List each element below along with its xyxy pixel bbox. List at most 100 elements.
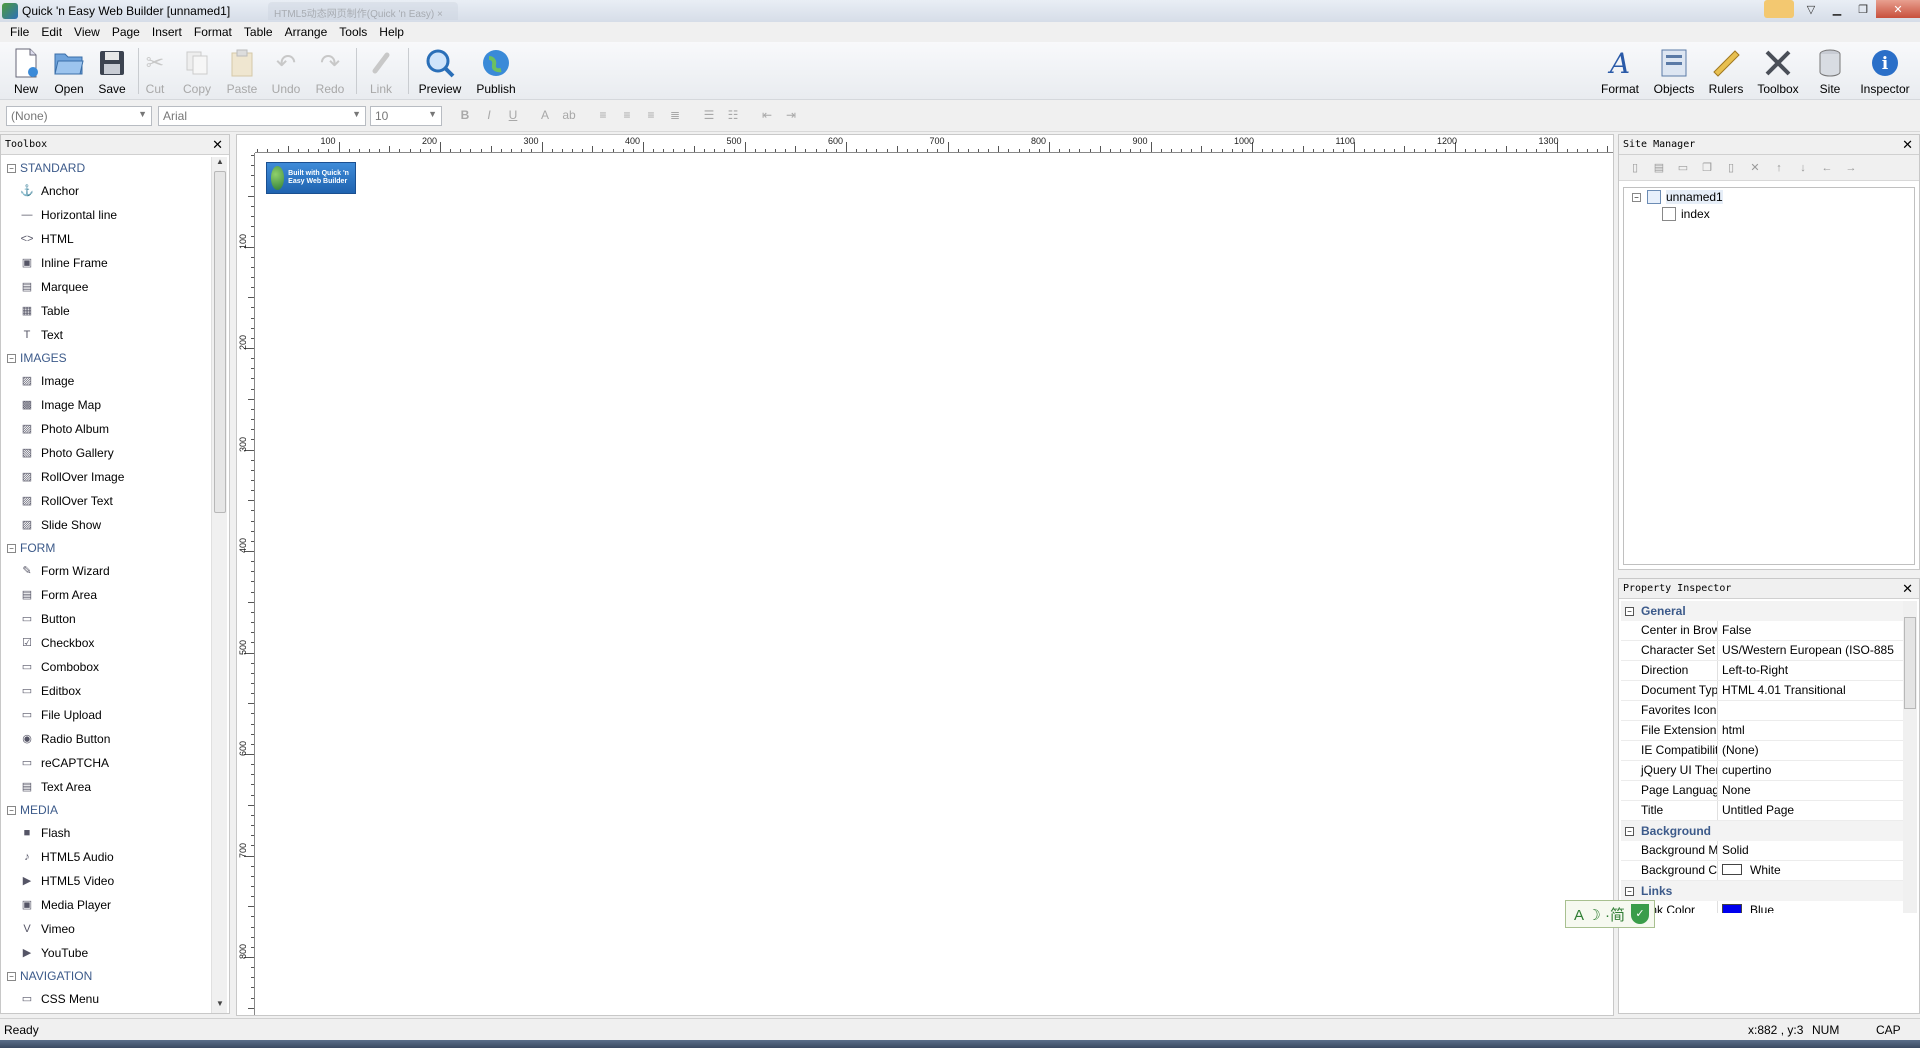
undo-button[interactable]: ↶ Undo (268, 44, 304, 98)
link-button[interactable]: Link (364, 44, 398, 98)
new-page-icon[interactable]: ▯ (1627, 160, 1643, 176)
property-scrollbar[interactable] (1903, 601, 1917, 913)
collapse-icon[interactable]: − (7, 971, 16, 981)
toolbox-category[interactable]: − STANDARD (1, 157, 211, 179)
built-with-badge-image[interactable]: Built with Quick 'n Easy Web Builder (266, 162, 356, 194)
new-folder-icon[interactable]: ▭ (1675, 160, 1691, 176)
notification-badge-icon[interactable] (1764, 0, 1794, 18)
property-row[interactable]: Document Type HTML 4.01 Transitional (1621, 681, 1903, 701)
property-row[interactable]: Background ModSolid (1621, 841, 1903, 861)
menu-format[interactable]: Format (188, 22, 238, 42)
property-value[interactable]: Left-to-Right (1718, 661, 1903, 680)
format-panel-button[interactable]: A Format (1596, 44, 1644, 98)
rulers-panel-button[interactable]: Rulers (1704, 44, 1748, 98)
font-family-select[interactable]: Arial ▼ (158, 106, 366, 126)
toolbox-item[interactable]: ▭ Button (1, 607, 211, 631)
menu-view[interactable]: View (68, 22, 106, 42)
property-row[interactable]: Page Language None (1621, 781, 1903, 801)
duplicate-page-icon[interactable]: ❐ (1699, 160, 1715, 176)
toolbox-panel-button[interactable]: Toolbox (1752, 44, 1804, 98)
toolbox-item[interactable]: — Horizontal line (1, 203, 211, 227)
objects-panel-button[interactable]: Objects (1648, 44, 1700, 98)
property-category[interactable]: − Background (1621, 821, 1903, 841)
cut-button[interactable]: ✂ Cut (140, 44, 170, 98)
property-row[interactable]: Favorites Icon (1621, 701, 1903, 721)
preview-button[interactable]: Preview (416, 44, 464, 98)
close-icon[interactable]: ✕ (1902, 135, 1913, 155)
toolbox-item[interactable]: V Vimeo (1, 917, 211, 941)
property-value[interactable]: html (1718, 721, 1903, 740)
toolbox-item[interactable]: ▤ Text Area (1, 775, 211, 799)
tree-node-page[interactable]: index (1662, 207, 1710, 221)
ghost-tab[interactable]: HTML5动态网页制作(Quick 'n Easy) × (268, 2, 458, 20)
align-right-icon[interactable]: ≡ (642, 108, 660, 124)
menu-help[interactable]: Help (373, 22, 410, 42)
toolbox-category[interactable]: − FORM (1, 537, 211, 559)
toolbox-item[interactable]: ▭ Combobox (1, 655, 211, 679)
menu-page[interactable]: Page (106, 22, 146, 42)
collapse-icon[interactable]: − (7, 163, 16, 173)
move-down-icon[interactable]: ↓ (1795, 160, 1811, 176)
property-value[interactable]: Untitled Page (1718, 801, 1903, 820)
toolbox-item[interactable]: ▭ CSS Menu (1, 987, 211, 1011)
font-color-icon[interactable]: A (536, 108, 554, 124)
toolbox-item[interactable]: ▭Mega Menu (1, 1011, 211, 1013)
property-value[interactable]: Blue (1718, 901, 1903, 913)
inspector-panel-button[interactable]: i Inspector (1856, 44, 1914, 98)
property-row[interactable]: Character Set US/Western European (ISO-88… (1621, 641, 1903, 661)
align-justify-icon[interactable]: ≣ (666, 108, 684, 124)
scroll-thumb[interactable] (214, 171, 226, 513)
toolbox-item[interactable]: ✎ Form Wizard (1, 559, 211, 583)
toolbox-category[interactable]: − IMAGES (1, 347, 211, 369)
toolbox-item[interactable]: ▣ Media Player (1, 893, 211, 917)
property-value[interactable]: cupertino (1718, 761, 1903, 780)
toolbox-scrollbar[interactable]: ▲ ▼ (211, 157, 227, 1013)
align-left-icon[interactable]: ≡ (594, 108, 612, 124)
property-row[interactable]: jQuery UI Themecupertino (1621, 761, 1903, 781)
close-button[interactable]: ✕ (1876, 0, 1920, 18)
toolbox-item[interactable]: ▤ Marquee (1, 275, 211, 299)
save-button[interactable]: Save (94, 44, 130, 98)
property-category[interactable]: − General (1621, 601, 1903, 621)
property-row[interactable]: File Extension html (1621, 721, 1903, 741)
close-icon[interactable]: ✕ (1902, 579, 1913, 599)
redo-button[interactable]: ↷ Redo (312, 44, 348, 98)
bold-button[interactable]: B (456, 108, 474, 124)
bullet-list-icon[interactable]: ☰ (700, 108, 718, 124)
toolbox-item[interactable]: ▨ Slide Show (1, 513, 211, 537)
toolbox-item[interactable]: <> HTML (1, 227, 211, 251)
toolbox-item[interactable]: ▦ Table (1, 299, 211, 323)
toolbox-item[interactable]: ▣ Inline Frame (1, 251, 211, 275)
paste-button[interactable]: Paste (224, 44, 260, 98)
collapse-icon[interactable]: − (1625, 826, 1634, 836)
toolbox-item[interactable]: ⚓ Anchor (1, 179, 211, 203)
menu-table[interactable]: Table (238, 22, 279, 42)
scroll-up-icon[interactable]: ▲ (212, 157, 228, 171)
page-properties-icon[interactable]: ▤ (1651, 160, 1667, 176)
toolbox-item[interactable]: ▶ HTML5 Video (1, 869, 211, 893)
delete-icon[interactable]: ✕ (1747, 160, 1763, 176)
property-value[interactable]: (None) (1718, 741, 1903, 760)
collapse-icon[interactable]: − (1632, 192, 1641, 202)
tree-node-site[interactable]: − unnamed1 (1632, 190, 1723, 204)
style-select[interactable]: (None) ▼ (6, 106, 152, 126)
toolbox-item[interactable]: ☑ Checkbox (1, 631, 211, 655)
open-button[interactable]: Open (50, 44, 88, 98)
toolbox-item[interactable]: T Text (1, 323, 211, 347)
toolbox-item[interactable]: ♪ HTML5 Audio (1, 845, 211, 869)
property-category[interactable]: − Links (1621, 881, 1903, 901)
move-up-icon[interactable]: ↑ (1771, 160, 1787, 176)
property-row[interactable]: Title Untitled Page (1621, 801, 1903, 821)
numbered-list-icon[interactable]: ☷ (724, 108, 742, 124)
copy-button[interactable]: Copy (180, 44, 214, 98)
toolbox-item[interactable]: ■ Flash (1, 821, 211, 845)
collapse-icon[interactable]: − (7, 543, 16, 553)
toolbox-item[interactable]: ▨ RollOver Image (1, 465, 211, 489)
toolbox-item[interactable]: ▨ Photo Album (1, 417, 211, 441)
scroll-thumb[interactable] (1904, 617, 1916, 709)
page-canvas[interactable]: Built with Quick 'n Easy Web Builder (256, 154, 1612, 1014)
toolbox-item[interactable]: ▤ Form Area (1, 583, 211, 607)
scroll-down-icon[interactable]: ▼ (212, 999, 228, 1013)
property-row[interactable]: Center in BrowserFalse (1621, 621, 1903, 641)
restore-button[interactable]: ❐ (1850, 0, 1876, 18)
